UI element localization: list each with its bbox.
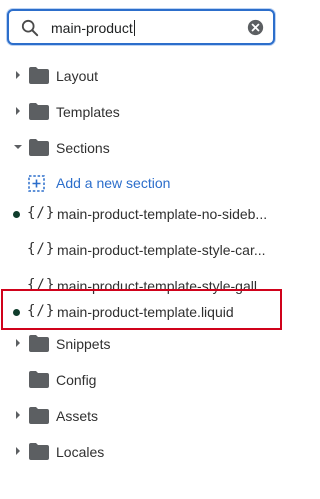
chevron-right-icon[interactable] <box>13 410 23 420</box>
file-name: main-product-template-style-car... <box>57 242 266 258</box>
search-input[interactable]: main-product <box>51 19 135 37</box>
folder-sections[interactable]: Sections <box>0 130 284 166</box>
liquid-file-icon: {/} <box>27 205 56 221</box>
liquid-file-icon: {/} <box>27 241 56 257</box>
folder-label: Snippets <box>56 336 111 352</box>
file-item[interactable]: {/} main-product-template-no-sideb... <box>0 196 284 232</box>
folder-label: Config <box>56 372 97 388</box>
chevron-down-icon[interactable] <box>13 142 23 152</box>
chevron-right-icon[interactable] <box>13 106 23 116</box>
modified-dot <box>13 211 20 218</box>
folder-templates[interactable]: Templates <box>0 94 284 130</box>
folder-icon <box>29 103 49 120</box>
folder-icon <box>29 371 49 388</box>
file-item[interactable]: {/} main-product-template-style-car... <box>0 232 284 268</box>
folder-label: Layout <box>56 68 99 84</box>
folder-config[interactable]: Config <box>0 362 284 398</box>
folder-icon <box>29 407 49 424</box>
clear-search-icon[interactable] <box>247 19 264 36</box>
folder-icon <box>29 443 49 460</box>
folder-label: Assets <box>56 408 99 424</box>
file-name: main-product-template-no-sideb... <box>57 206 268 222</box>
chevron-right-icon[interactable] <box>13 338 23 348</box>
folder-icon <box>29 335 49 352</box>
folder-icon <box>29 139 49 156</box>
chevron-right-icon[interactable] <box>13 70 23 80</box>
folder-layout[interactable]: Layout <box>0 58 284 94</box>
search-icon <box>21 19 39 37</box>
folder-snippets[interactable]: Snippets <box>0 326 284 362</box>
folder-assets[interactable]: Assets <box>0 398 284 434</box>
folder-label: Locales <box>56 444 105 460</box>
highlight-box <box>1 289 282 330</box>
add-new-section-label: Add a new section <box>56 175 171 191</box>
folder-label: Templates <box>56 104 120 120</box>
chevron-right-icon[interactable] <box>13 446 23 456</box>
folder-locales[interactable]: Locales <box>0 434 284 470</box>
folder-icon <box>29 67 49 84</box>
folder-label: Sections <box>56 140 110 156</box>
search-field[interactable]: main-product <box>7 9 275 45</box>
add-file-icon <box>28 175 45 192</box>
